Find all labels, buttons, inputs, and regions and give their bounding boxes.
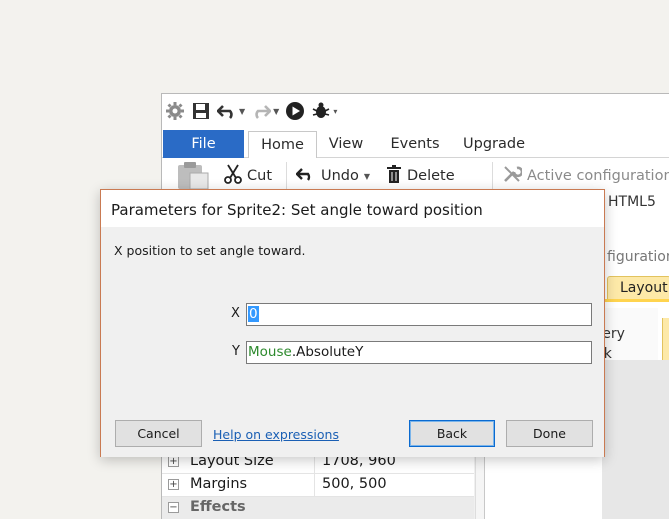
y-field-label: Y bbox=[232, 344, 240, 359]
layout-lower-panel bbox=[602, 360, 669, 519]
configurations-label: figurations bbox=[607, 249, 669, 265]
tab-events[interactable]: Events bbox=[385, 131, 445, 158]
tab-layout[interactable]: Layout bbox=[607, 276, 669, 300]
properties-grid: + Layout Size 1708, 960 + Margins 500, 5… bbox=[162, 450, 485, 519]
scissors-icon bbox=[224, 164, 242, 188]
y-expression-member: .AbsoluteY bbox=[291, 344, 364, 360]
parameters-dialog: Parameters for Sprite2: Set angle toward… bbox=[100, 189, 605, 457]
x-expression-input[interactable]: 0 bbox=[246, 303, 592, 326]
help-on-expressions-link[interactable]: Help on expressions bbox=[213, 427, 339, 442]
redo-icon[interactable] bbox=[251, 100, 272, 122]
ribbon-separator bbox=[286, 162, 287, 190]
undo-label: Undo bbox=[321, 168, 359, 184]
redo-dropdown-icon[interactable]: ▼ bbox=[273, 107, 279, 116]
delete-button[interactable]: Delete bbox=[386, 163, 455, 189]
property-row-margins[interactable]: + Margins 500, 500 bbox=[162, 474, 474, 497]
undo-icon[interactable] bbox=[217, 100, 237, 122]
x-selected-value: 0 bbox=[248, 306, 259, 322]
expand-icon[interactable]: + bbox=[168, 456, 179, 467]
tab-file[interactable]: File bbox=[163, 130, 244, 158]
dialog-title: Parameters for Sprite2: Set angle toward… bbox=[111, 201, 483, 219]
undo-button[interactable]: Undo ▼ bbox=[295, 163, 371, 189]
property-section-effects[interactable]: − Effects bbox=[162, 497, 474, 519]
expand-icon[interactable]: + bbox=[168, 479, 179, 490]
save-icon[interactable] bbox=[191, 100, 211, 122]
properties-scrollbar[interactable] bbox=[475, 450, 484, 519]
clipboard-icon bbox=[176, 159, 210, 193]
tab-home[interactable]: Home bbox=[248, 131, 317, 159]
undo-menu-chevron-icon: ▼ bbox=[363, 171, 371, 181]
ribbon-tab-bar: File Home View Events Upgrade bbox=[162, 128, 669, 159]
trash-icon bbox=[386, 165, 402, 187]
tab-view[interactable]: View bbox=[326, 131, 366, 158]
export-target-label: HTML5 bbox=[608, 194, 656, 210]
y-object-name: Mouse bbox=[248, 344, 292, 360]
collapse-icon[interactable]: − bbox=[168, 502, 179, 513]
done-button[interactable]: Done bbox=[506, 420, 593, 447]
back-button[interactable]: Back bbox=[409, 420, 495, 447]
x-field-label: X bbox=[231, 306, 240, 321]
cancel-button[interactable]: Cancel bbox=[115, 420, 202, 447]
preview-play-icon[interactable] bbox=[285, 100, 305, 122]
debug-bug-icon[interactable] bbox=[311, 100, 331, 122]
active-configurations-button[interactable]: Active configurations bbox=[502, 163, 669, 189]
property-value[interactable]: 500, 500 bbox=[322, 476, 387, 492]
tab-upgrade[interactable]: Upgrade bbox=[458, 131, 530, 158]
ribbon-separator bbox=[492, 162, 493, 190]
undo-dropdown-icon[interactable]: ▼ bbox=[239, 107, 245, 116]
active-configurations-label: Active configurations bbox=[527, 168, 669, 184]
parameter-description: X position to set angle toward. bbox=[114, 243, 306, 258]
app-gear-icon[interactable] bbox=[165, 100, 185, 122]
paste-button[interactable] bbox=[176, 162, 210, 190]
property-name: Margins bbox=[190, 476, 248, 492]
quick-access-toolbar: ▼ ▼ ▾ bbox=[162, 94, 669, 128]
wrench-icon bbox=[502, 164, 524, 188]
undo-arrow-icon bbox=[295, 167, 316, 185]
cut-label: Cut bbox=[247, 168, 272, 184]
cut-button[interactable]: Cut bbox=[224, 163, 272, 189]
customize-toolbar-icon[interactable]: ▾ bbox=[333, 107, 337, 116]
y-expression-input[interactable]: Mouse.AbsoluteY bbox=[246, 341, 592, 364]
section-name: Effects bbox=[190, 499, 246, 515]
delete-label: Delete bbox=[407, 168, 455, 184]
column-divider bbox=[314, 474, 315, 497]
layout-tab-strip bbox=[602, 299, 669, 302]
